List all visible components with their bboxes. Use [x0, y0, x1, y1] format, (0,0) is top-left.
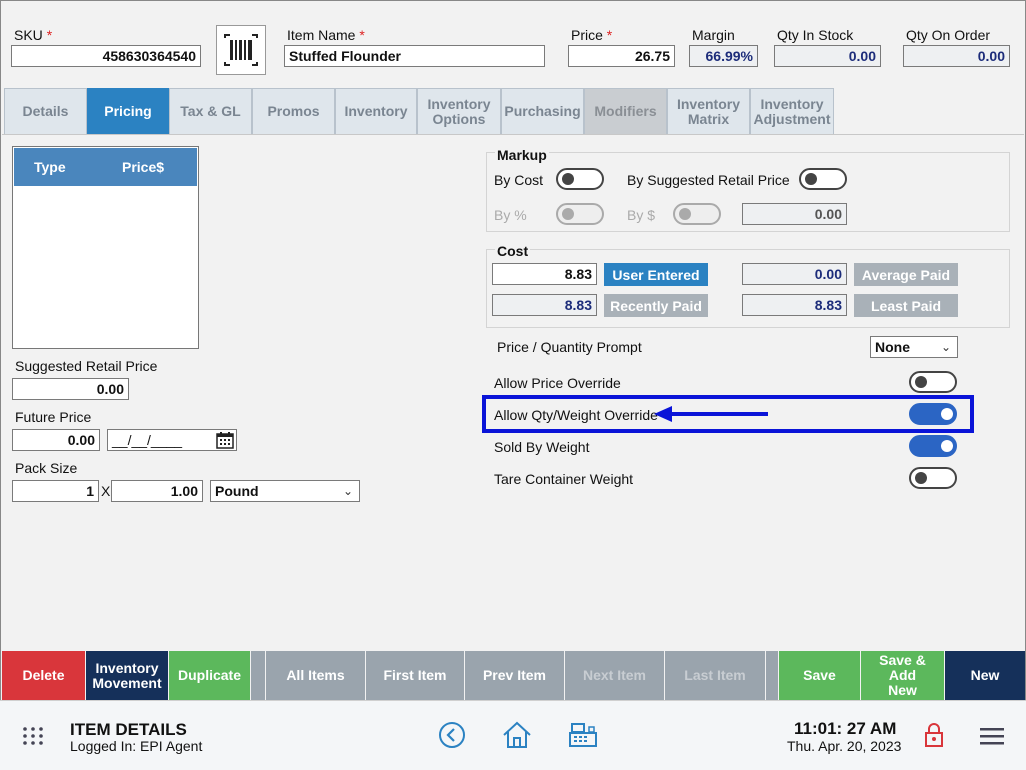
tab-modifiers: Modifiers	[584, 88, 667, 135]
item-name-field[interactable]: Stuffed Flounder	[284, 45, 545, 67]
duplicate-button[interactable]: Duplicate	[169, 651, 250, 700]
least-paid-button[interactable]: Least Paid	[854, 294, 958, 317]
margin-field: 66.99%	[689, 45, 758, 67]
col-type-header: Type	[34, 159, 66, 175]
sold-by-weight-toggle[interactable]	[909, 435, 957, 457]
inventory-movement-button[interactable]: Inventory Movement	[86, 651, 168, 700]
chevron-down-icon: ⌄	[342, 484, 353, 498]
last-item-button: Last Item	[665, 651, 765, 700]
price-type-table[interactable]: Type Price$	[12, 146, 199, 349]
arrow-left-icon	[654, 406, 768, 422]
by-cost-toggle[interactable]	[556, 168, 604, 190]
back-icon[interactable]	[438, 721, 466, 749]
prev-item-button[interactable]: Prev Item	[465, 651, 564, 700]
future-price-field[interactable]: 0.00	[12, 429, 100, 451]
pack-size-unit-value: Pound	[215, 483, 259, 499]
pack-size-x-label: X	[101, 483, 111, 499]
tab-promos[interactable]: Promos	[252, 88, 335, 135]
table-header: Type Price$	[14, 148, 197, 186]
future-date-value: __/__/____	[112, 432, 183, 448]
barcode-scan-button[interactable]	[216, 25, 266, 75]
allow-price-override-label: Allow Price Override	[494, 375, 621, 391]
chevron-down-icon: ⌄	[940, 340, 951, 354]
price-field[interactable]: 26.75	[568, 45, 675, 67]
pack-size-qty-field[interactable]: 1	[12, 480, 99, 502]
apps-grid-icon[interactable]	[22, 726, 44, 746]
tab-purchasing[interactable]: Purchasing	[501, 88, 584, 135]
by-suggested-toggle[interactable]	[799, 168, 847, 190]
by-dollar-label: By $	[627, 207, 656, 223]
qty-on-order-label: Qty On Order	[906, 27, 991, 43]
average-paid-field: 0.00	[742, 263, 847, 285]
price-qty-prompt-select[interactable]: None ⌄	[870, 336, 958, 358]
tab-inventory[interactable]: Inventory	[335, 88, 417, 135]
calendar-icon[interactable]	[216, 432, 234, 449]
home-icon[interactable]	[501, 720, 533, 750]
sku-label: SKU *	[14, 27, 53, 43]
all-items-button[interactable]: All Items	[266, 651, 365, 700]
tab-inventory-options[interactable]: Inventory Options	[417, 88, 501, 135]
page-title: ITEM DETAILS	[70, 720, 187, 739]
qty-in-stock-label: Qty In Stock	[777, 27, 854, 43]
allow-qty-weight-override-label: Allow Qty/Weight Override	[494, 407, 658, 423]
by-suggested-label: By Suggested Retail Price	[627, 172, 790, 188]
least-paid-field: 8.83	[742, 294, 847, 316]
pack-size-amount-field[interactable]: 1.00	[111, 480, 203, 502]
tab-pricing[interactable]: Pricing	[87, 88, 169, 135]
user-entered-button[interactable]: User Entered	[604, 263, 708, 286]
tab-inventory-matrix[interactable]: Inventory Matrix	[667, 88, 750, 135]
qty-in-stock-field: 0.00	[774, 45, 881, 67]
future-price-label: Future Price	[15, 409, 92, 425]
clock-date: Thu. Apr. 20, 2023	[787, 738, 902, 754]
tare-container-label: Tare Container Weight	[494, 471, 634, 487]
markup-value-field: 0.00	[742, 203, 847, 225]
recently-paid-button[interactable]: Recently Paid	[604, 294, 708, 317]
barcode-scan-icon	[224, 34, 258, 66]
item-name-label: Item Name *	[287, 27, 365, 43]
allow-qty-weight-override-toggle[interactable]	[909, 403, 957, 425]
pack-size-unit-select[interactable]: Pound ⌄	[210, 480, 360, 502]
price-qty-prompt-value: None	[875, 339, 910, 355]
register-icon[interactable]	[568, 721, 598, 749]
recently-paid-field: 8.83	[492, 294, 597, 316]
bar-spacer	[251, 651, 265, 700]
by-cost-label: By Cost	[494, 172, 544, 188]
markup-title: Markup	[495, 147, 549, 163]
tab-details[interactable]: Details	[4, 88, 87, 135]
clock-time: 11:01: 27 AM	[794, 719, 897, 738]
sku-field[interactable]: 458630364540	[11, 45, 201, 67]
menu-icon[interactable]	[979, 726, 1005, 746]
next-item-button: Next Item	[565, 651, 664, 700]
price-qty-prompt-label: Price / Quantity Prompt	[497, 339, 642, 355]
tab-tax-gl[interactable]: Tax & GL	[169, 88, 252, 135]
average-paid-button[interactable]: Average Paid	[854, 263, 958, 286]
delete-button[interactable]: Delete	[2, 651, 85, 700]
col-price-header: Price$	[122, 159, 165, 175]
allow-price-override-toggle[interactable]	[909, 371, 957, 393]
future-date-field[interactable]: __/__/____	[107, 429, 237, 451]
tare-container-toggle[interactable]	[909, 467, 957, 489]
price-label: Price *	[571, 27, 613, 43]
tab-inventory-adjustment[interactable]: Inventory Adjustment	[750, 88, 834, 135]
logged-in-label: Logged In: EPI Agent	[70, 738, 203, 754]
pack-size-label: Pack Size	[15, 460, 78, 476]
cost-title: Cost	[495, 243, 531, 259]
margin-label: Margin	[692, 27, 735, 43]
user-entered-field[interactable]: 8.83	[492, 263, 597, 285]
bar-spacer	[766, 651, 778, 700]
lock-icon[interactable]	[924, 722, 944, 748]
suggested-retail-label: Suggested Retail Price	[15, 358, 158, 374]
save-button[interactable]: Save	[779, 651, 860, 700]
save-add-new-button[interactable]: Save & Add New	[861, 651, 944, 700]
new-button[interactable]: New	[945, 651, 1025, 700]
first-item-button[interactable]: First Item	[366, 651, 464, 700]
by-percent-toggle	[556, 203, 604, 225]
qty-on-order-field: 0.00	[903, 45, 1010, 67]
by-percent-label: By %	[494, 207, 527, 223]
by-dollar-toggle	[673, 203, 721, 225]
suggested-retail-field[interactable]: 0.00	[12, 378, 129, 400]
sold-by-weight-label: Sold By Weight	[494, 439, 590, 455]
